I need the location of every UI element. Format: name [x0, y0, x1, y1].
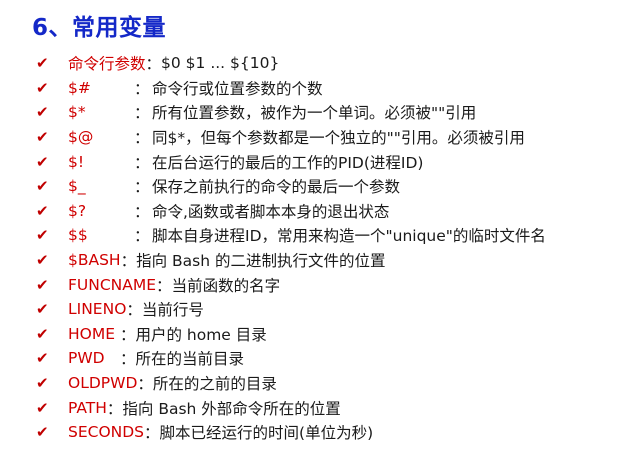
variable-description: 当前行号	[141, 301, 204, 320]
checkmark-icon: ✔	[36, 324, 49, 343]
variable-description: 命令行或位置参数的个数	[152, 79, 323, 98]
variable-term: $_	[68, 177, 86, 196]
separator: ：	[119, 325, 136, 344]
list-item: ✔ LINENO：当前行号	[36, 297, 546, 322]
checkmark-icon: ✔	[36, 226, 49, 245]
variable-term: $#	[68, 78, 91, 97]
list-item: ✔ $@ ：同$*，但每个参数都是一个独立的""引用。必须被引用	[36, 125, 546, 150]
variable-term: 命令行参数	[68, 55, 146, 74]
variable-description: 脚本自身进程ID，常用来构造一个"unique"的临时文件名	[152, 227, 546, 246]
variable-term: $@	[68, 128, 94, 147]
checkmark-icon: ✔	[36, 251, 49, 270]
variable-term: SECONDS	[68, 423, 145, 442]
list-item: ✔ OLDPWD：所在的之前的目录	[36, 371, 546, 396]
page-title: 6、常用变量	[32, 15, 167, 41]
variable-term: LINENO	[68, 300, 127, 319]
checkmark-icon: ✔	[36, 128, 49, 147]
checkmark-icon: ✔	[36, 54, 49, 73]
variable-description: 同$*，但每个参数都是一个独立的""引用。必须被引用	[152, 129, 525, 148]
variable-list: ✔ 命令行参数： $0 $1 ... ${10} ✔ $#：命令行或位置参数的个数…	[36, 51, 546, 445]
checkmark-icon: ✔	[36, 275, 49, 294]
checkmark-icon: ✔	[36, 374, 49, 393]
checkmark-icon: ✔	[36, 78, 49, 97]
list-item: ✔ $# ：命令行或位置参数的个数	[36, 76, 546, 101]
separator: ：	[120, 252, 137, 271]
variable-term: $?	[68, 201, 87, 220]
checkmark-icon: ✔	[36, 300, 49, 319]
variable-description: $0 $1 ... ${10}	[161, 54, 280, 73]
separator: ：	[134, 153, 150, 172]
checkmark-icon: ✔	[36, 177, 49, 196]
variable-description: 所在的当前目录	[135, 350, 245, 369]
variable-term: OLDPWD	[68, 374, 138, 393]
separator: ：	[134, 227, 150, 246]
separator: ：	[137, 375, 153, 394]
list-item: ✔ $$ ：脚本自身进程ID，常用来构造一个"unique"的临时文件名	[36, 223, 546, 248]
variable-term: FUNCNAME	[68, 275, 157, 294]
variable-term: $BASH	[68, 251, 121, 270]
variable-term: $!	[68, 152, 85, 171]
separator: ：	[156, 276, 172, 295]
checkmark-icon: ✔	[36, 103, 49, 122]
separator: ：	[106, 399, 123, 418]
variable-term: HOME	[68, 324, 120, 343]
checkmark-icon: ✔	[36, 349, 49, 368]
variable-term: PWD	[68, 349, 110, 368]
separator: ：	[134, 129, 150, 148]
list-item: ✔ $! ：在后台运行的最后的工作的PID(进程ID)	[36, 149, 546, 174]
variable-description: 用户的 home 目录	[135, 325, 267, 344]
list-item: ✔ FUNCNAME：当前函数的名字	[36, 272, 546, 297]
variable-description: 当前函数的名字	[171, 276, 281, 295]
variable-description: 指向 Bash 的二进制执行文件的位置	[136, 252, 386, 271]
separator: ：	[134, 178, 150, 197]
list-item: ✔ PATH：指向 Bash 外部命令所在的位置	[36, 395, 546, 420]
list-item: ✔ $BASH：指向 Bash 的二进制执行文件的位置	[36, 248, 546, 273]
list-item: ✔ $_ ：保存之前执行的命令的最后一个参数	[36, 174, 546, 199]
variable-term: $$	[68, 226, 88, 245]
list-item: ✔ HOME ：用户的 home 目录	[36, 322, 546, 347]
separator: ：	[144, 424, 160, 443]
checkmark-icon: ✔	[36, 201, 49, 220]
list-item: ✔ SECONDS：脚本已经运行的时间(单位为秒)	[36, 420, 546, 445]
list-item: ✔ $? ：命令,函数或者脚本本身的退出状态	[36, 199, 546, 224]
separator: ：	[134, 79, 150, 98]
list-item: ✔ PWD ：所在的当前目录	[36, 346, 546, 371]
variable-description: 在后台运行的最后的工作的PID(进程ID)	[152, 153, 424, 172]
checkmark-icon: ✔	[36, 423, 49, 442]
separator: ：	[134, 104, 150, 123]
variable-description: 脚本已经运行的时间(单位为秒)	[159, 424, 374, 443]
variable-term: $*	[68, 103, 86, 122]
separator: ：	[120, 350, 136, 369]
variable-description: 保存之前执行的命令的最后一个参数	[152, 178, 401, 197]
list-item: ✔ 命令行参数： $0 $1 ... ${10}	[36, 51, 546, 76]
separator: ：	[126, 301, 142, 320]
variable-description: 指向 Bash 外部命令所在的位置	[122, 399, 341, 418]
variable-description: 所有位置参数，被作为一个单词。必须被""引用	[152, 104, 477, 123]
checkmark-icon: ✔	[36, 398, 49, 417]
variable-description: 命令,函数或者脚本本身的退出状态	[152, 202, 390, 221]
list-item: ✔ $* ：所有位置参数，被作为一个单词。必须被""引用	[36, 100, 546, 125]
separator: ：	[134, 202, 150, 221]
checkmark-icon: ✔	[36, 152, 49, 171]
variable-description: 所在的之前的目录	[152, 375, 277, 394]
variable-term: PATH	[68, 398, 107, 417]
separator: ：	[145, 55, 162, 74]
